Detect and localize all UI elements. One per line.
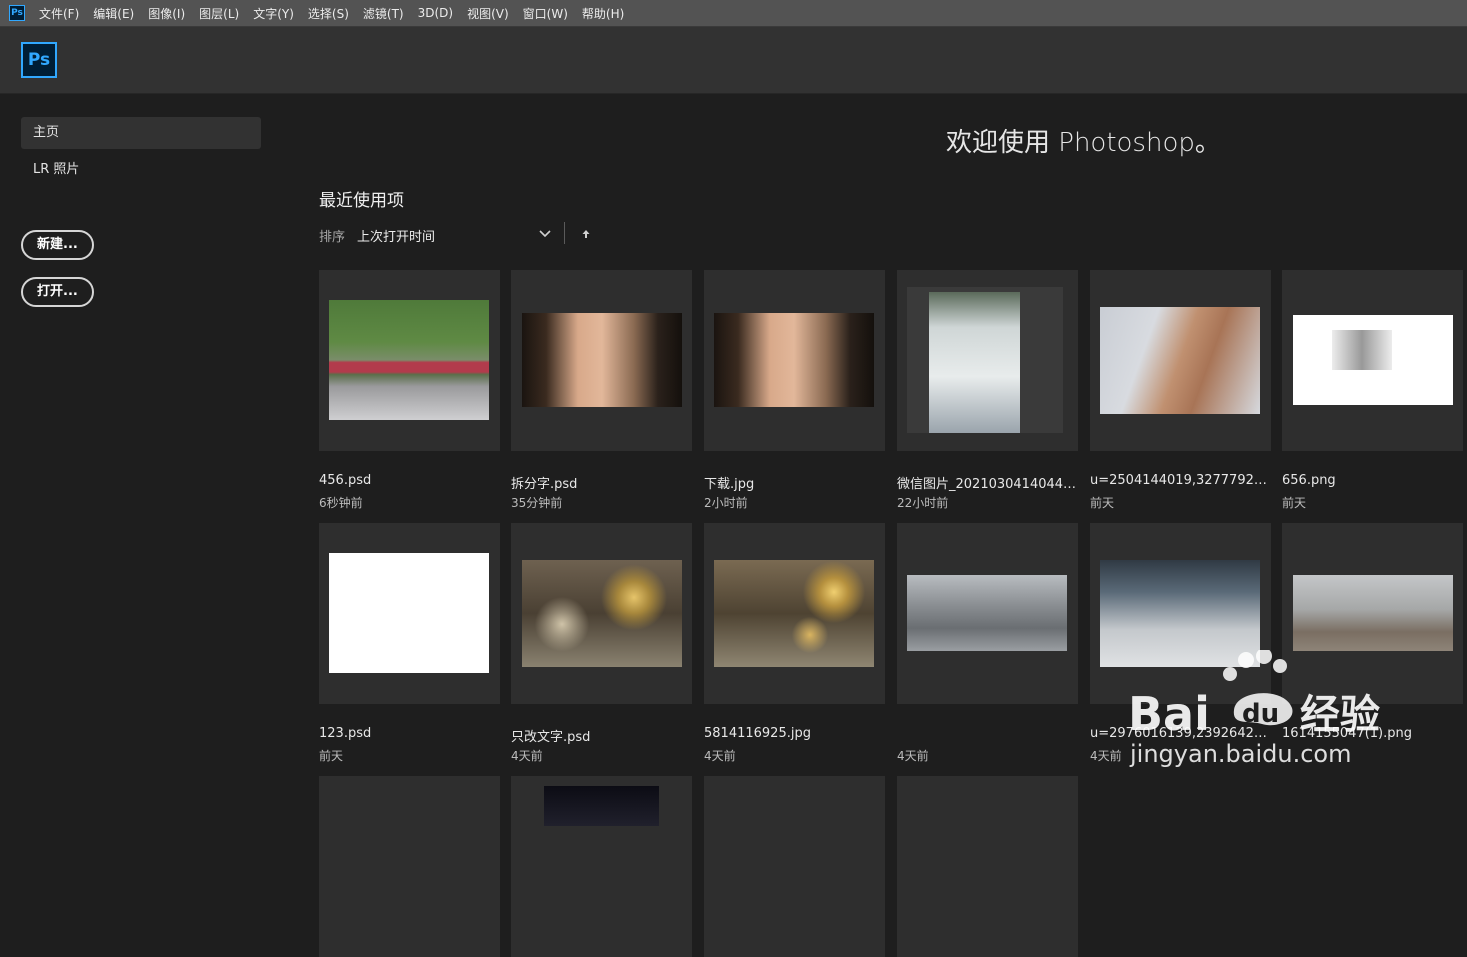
- menu-help[interactable]: 帮助(H): [582, 5, 624, 22]
- menu-edit[interactable]: 编辑(E): [93, 5, 134, 22]
- file-name: u=2504144019,327779248...: [1090, 473, 1271, 488]
- file-time: 前天: [1090, 496, 1115, 510]
- file-time: 6秒钟前: [319, 496, 363, 510]
- new-button[interactable]: 新建...: [21, 230, 94, 260]
- watermark-brand-du: du: [1242, 699, 1279, 729]
- recent-file-card[interactable]: 456.psd 6秒钟前: [319, 270, 500, 510]
- recent-file-card[interactable]: [511, 776, 692, 957]
- recent-file-card[interactable]: 拆分字.psd 35分钟前: [511, 270, 692, 510]
- sort-label: 排序: [319, 230, 346, 245]
- watermark-url: jingyan.baidu.com: [1129, 740, 1351, 768]
- file-name: 5814116925.jpg: [704, 726, 811, 741]
- photoshop-logo: Ps: [21, 42, 57, 78]
- file-thumbnail[interactable]: [704, 523, 885, 704]
- file-thumbnail[interactable]: [704, 270, 885, 451]
- file-time: 4天前: [1090, 749, 1122, 763]
- sort-dropdown[interactable]: 上次打开时间: [357, 226, 435, 245]
- file-time: 2小时前: [704, 496, 748, 510]
- menu-view[interactable]: 视图(V): [467, 5, 509, 22]
- file-thumbnail[interactable]: [897, 776, 1078, 957]
- file-thumbnail[interactable]: [1282, 270, 1463, 451]
- recent-file-card[interactable]: [897, 776, 1078, 957]
- recent-file-card[interactable]: 只改文字.psd 4天前: [511, 523, 692, 763]
- recent-file-card[interactable]: 656.png 前天: [1282, 270, 1463, 510]
- file-thumbnail[interactable]: [511, 523, 692, 704]
- file-name: 微信图片_20210304140440...: [897, 477, 1078, 492]
- recent-file-card[interactable]: 4天前: [897, 523, 1078, 763]
- sort-direction-up-icon[interactable]: [580, 227, 592, 241]
- home-sidebar: 主页 LR 照片 新建... 打开...: [0, 94, 282, 804]
- watermark-brand: Bai: [1128, 687, 1210, 741]
- menu-image[interactable]: 图像(I): [148, 5, 185, 22]
- baidu-jingyan-watermark: Bai du 经验 jingyan.baidu.com: [1128, 650, 1380, 768]
- file-time: 前天: [1282, 496, 1307, 510]
- file-thumbnail[interactable]: [897, 270, 1078, 451]
- recent-file-card[interactable]: [704, 776, 885, 957]
- file-name: 123.psd: [319, 726, 372, 741]
- menu-bar: Ps 文件(F) 编辑(E) 图像(I) 图层(L) 文字(Y) 选择(S) 滤…: [0, 0, 1467, 27]
- file-thumbnail[interactable]: [319, 776, 500, 957]
- file-time: 35分钟前: [511, 496, 563, 510]
- file-name: 456.psd: [319, 473, 372, 488]
- file-name: 656.png: [1282, 473, 1336, 488]
- menu-type[interactable]: 文字(Y): [253, 5, 294, 22]
- divider: [564, 222, 565, 244]
- home-header: Ps: [0, 27, 1467, 94]
- recent-file-card[interactable]: 123.psd 前天: [319, 523, 500, 763]
- sidebar-item-home[interactable]: 主页: [21, 117, 261, 149]
- menu-select[interactable]: 选择(S): [308, 5, 349, 22]
- file-thumbnail[interactable]: [319, 523, 500, 704]
- menu-3d[interactable]: 3D(D): [418, 6, 453, 20]
- photoshop-app-icon[interactable]: Ps: [9, 5, 25, 21]
- sort-bar: 排序 上次打开时间: [319, 222, 609, 246]
- menu-window[interactable]: 窗口(W): [523, 5, 568, 22]
- file-thumbnail[interactable]: [511, 270, 692, 451]
- menu-filter[interactable]: 滤镜(T): [363, 5, 404, 22]
- file-name: 只改文字.psd: [511, 730, 591, 745]
- file-thumbnail[interactable]: [319, 270, 500, 451]
- menu-file[interactable]: 文件(F): [39, 5, 79, 22]
- file-time: 4天前: [897, 749, 929, 763]
- file-time: 4天前: [511, 749, 543, 763]
- file-name: 拆分字.psd: [511, 477, 578, 492]
- file-thumbnail[interactable]: [704, 776, 885, 957]
- chevron-down-icon[interactable]: [537, 225, 553, 241]
- file-time: 22小时前: [897, 496, 949, 510]
- menu-layer[interactable]: 图层(L): [199, 5, 239, 22]
- file-time: 4天前: [704, 749, 736, 763]
- recent-files-title: 最近使用项: [319, 191, 404, 211]
- file-name: 下载.jpg: [704, 477, 755, 492]
- file-time: 前天: [319, 749, 344, 763]
- welcome-heading: 欢迎使用 Photoshop。: [946, 128, 1221, 158]
- recent-file-card[interactable]: 5814116925.jpg 4天前: [704, 523, 885, 763]
- file-thumbnail[interactable]: [897, 523, 1078, 704]
- file-thumbnail[interactable]: [511, 776, 692, 957]
- sidebar-item-lr-photos[interactable]: LR 照片: [21, 154, 261, 186]
- recent-file-card[interactable]: u=2504144019,327779248... 前天: [1090, 270, 1271, 510]
- recent-file-card[interactable]: 下载.jpg 2小时前: [704, 270, 885, 510]
- recent-file-card[interactable]: [319, 776, 500, 957]
- recent-file-card[interactable]: 微信图片_20210304140440... 22小时前: [897, 270, 1078, 510]
- open-button[interactable]: 打开...: [21, 277, 94, 307]
- watermark-brand-cn: 经验: [1300, 692, 1380, 738]
- file-thumbnail[interactable]: [1090, 270, 1271, 451]
